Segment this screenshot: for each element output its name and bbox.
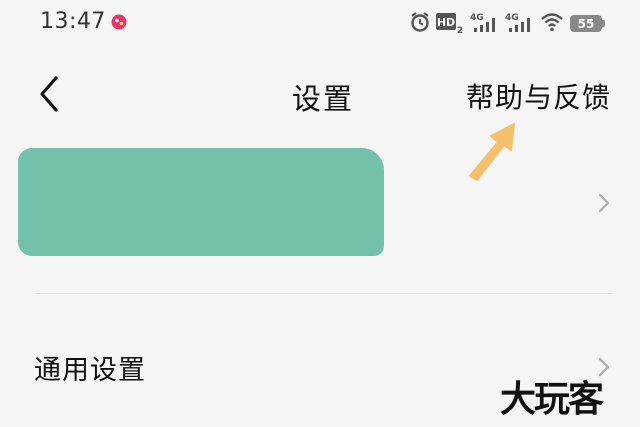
account-card[interactable]: [0, 136, 640, 276]
svg-text:4G: 4G: [505, 13, 519, 23]
status-time: 13:47: [40, 9, 106, 34]
hd-volte-icon: HD 2: [436, 13, 463, 34]
signal-4g-icon: 4G: [470, 13, 495, 32]
divider: [36, 293, 612, 294]
app-notification-icon: [111, 14, 127, 30]
back-button[interactable]: [32, 72, 72, 116]
svg-text:4G: 4G: [470, 13, 484, 23]
svg-text:HD: HD: [437, 16, 455, 29]
alarm-icon: [411, 12, 429, 32]
battery-nub: [602, 20, 605, 27]
redacted-account-info: [18, 148, 384, 256]
battery-level: 55: [577, 17, 595, 31]
signal-4g-icon: 4G: [505, 13, 530, 32]
general-settings-label: 通用设置: [34, 355, 146, 386]
watermark: 大玩客: [500, 378, 604, 420]
status-bar: 13:47 HD 2 4G 4G 55: [0, 0, 640, 46]
wifi-icon: [541, 13, 563, 32]
status-icons: HD 2 4G 4G 55: [410, 10, 610, 36]
svg-text:2: 2: [457, 26, 463, 34]
page-title: 设置: [292, 82, 355, 116]
battery-icon: 55: [570, 15, 602, 32]
chevron-left-icon: [40, 76, 58, 112]
chevron-right-icon: [598, 193, 610, 213]
help-feedback-link[interactable]: 帮助与反馈: [466, 76, 611, 116]
